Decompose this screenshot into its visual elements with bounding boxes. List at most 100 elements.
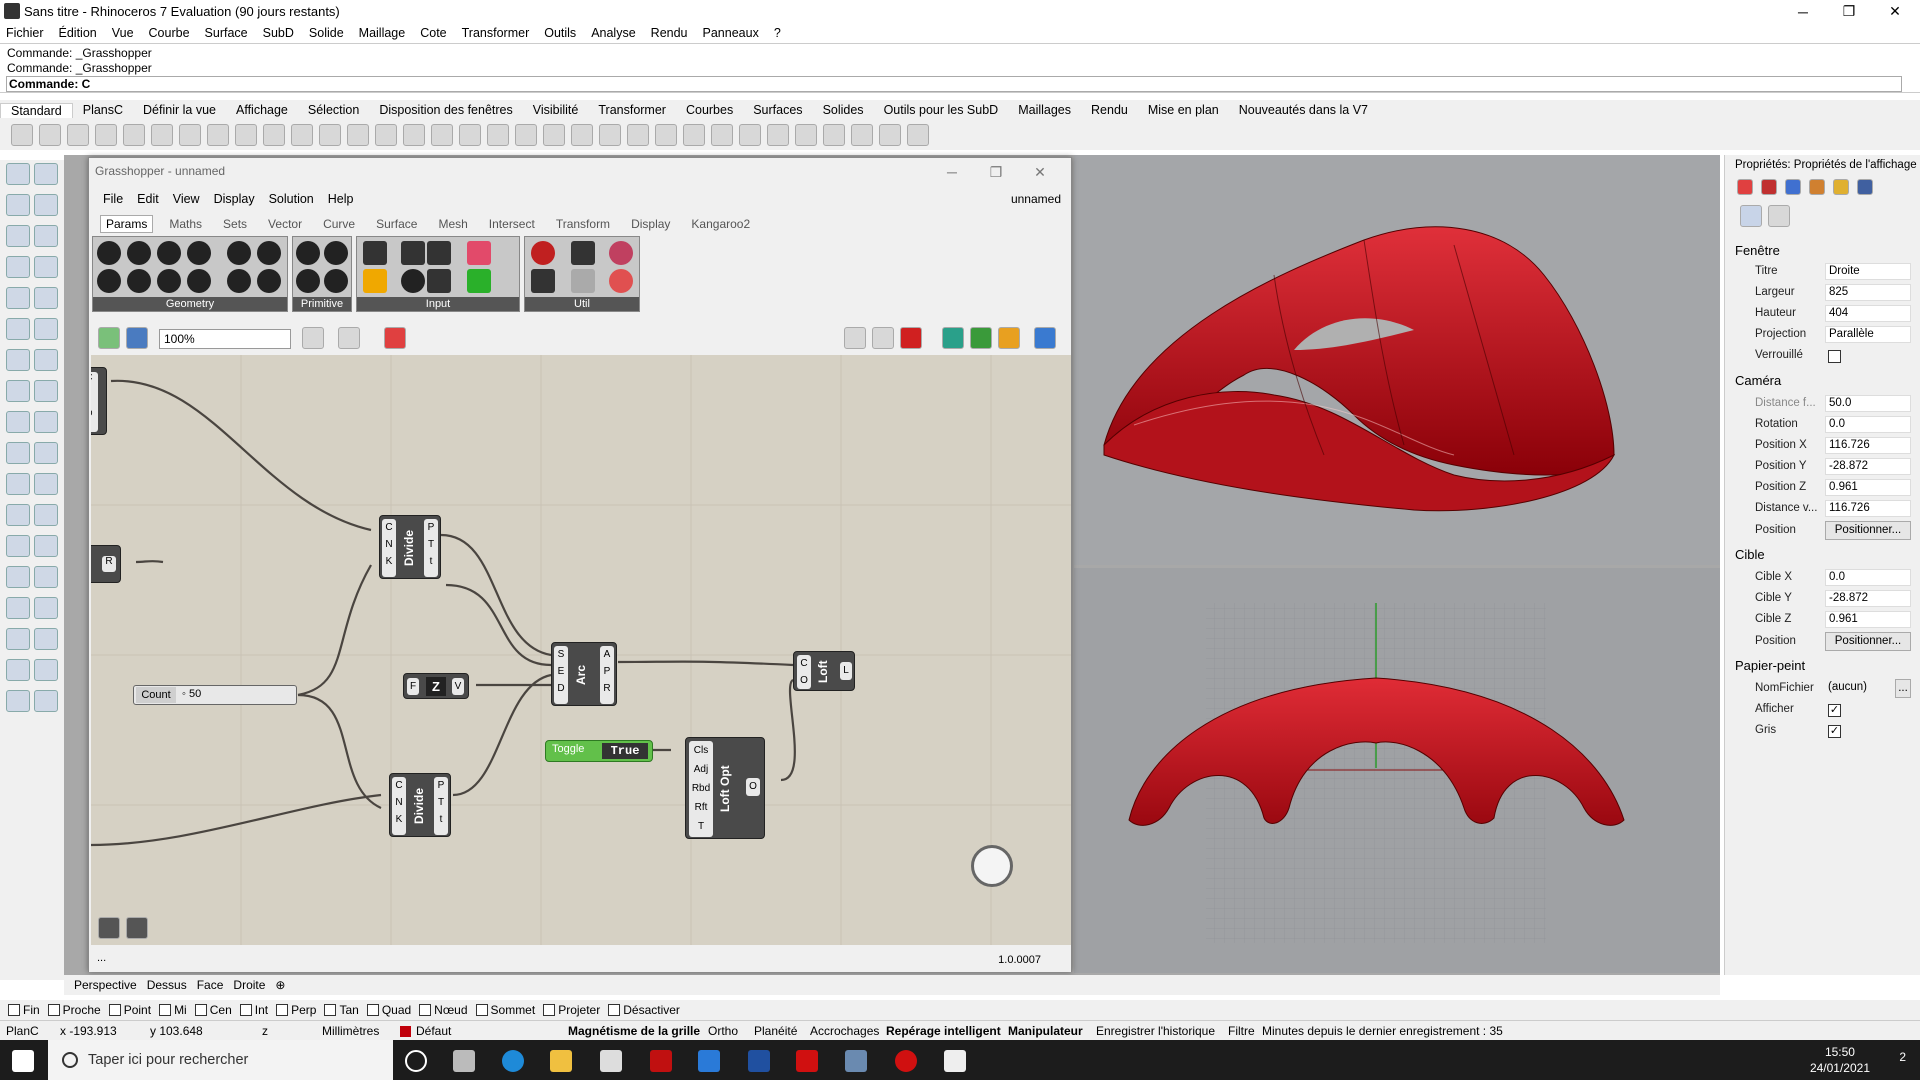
- add-viewport-icon[interactable]: ⊕: [275, 978, 285, 992]
- mail-icon[interactable]: [698, 1050, 720, 1072]
- osnap-proche[interactable]: Proche: [47, 1003, 101, 1017]
- gh-canvas[interactable]: C L D R C N K Divide P T t C: [91, 355, 1071, 945]
- osnap-cen[interactable]: Cen: [194, 1003, 232, 1017]
- tab-rendu[interactable]: Rendu: [1081, 103, 1138, 117]
- bulb-icon[interactable]: [599, 124, 621, 146]
- menu-outils[interactable]: Outils: [544, 26, 576, 40]
- rotate-view-icon[interactable]: [431, 124, 453, 146]
- tab-nouveautes[interactable]: Nouveautés dans la V7: [1229, 103, 1378, 117]
- globe-icon[interactable]: [879, 124, 901, 146]
- gh-menu-edit[interactable]: Edit: [137, 192, 159, 206]
- paste-icon[interactable]: [207, 124, 229, 146]
- fillet-icon[interactable]: [6, 504, 30, 526]
- menu-fichier[interactable]: Fichier: [6, 26, 44, 40]
- group-icon[interactable]: [6, 566, 30, 588]
- menu-analyse[interactable]: Analyse: [591, 26, 635, 40]
- list-icon[interactable]: [98, 917, 120, 939]
- tab-planc[interactable]: PlansC: [73, 103, 133, 117]
- notification-count[interactable]: 2: [1899, 1050, 1906, 1064]
- menu-rendu[interactable]: Rendu: [651, 26, 688, 40]
- xyz-icon[interactable]: [126, 917, 148, 939]
- sphere-shaded-icon[interactable]: [711, 124, 733, 146]
- gh-tab-transform[interactable]: Transform: [551, 216, 615, 232]
- calculator-icon[interactable]: [845, 1050, 867, 1072]
- revit-icon[interactable]: [748, 1050, 770, 1072]
- osnap-fin[interactable]: Fin: [8, 1003, 40, 1017]
- gh-tab-sets[interactable]: Sets: [218, 216, 252, 232]
- save-icon[interactable]: [126, 327, 148, 349]
- osnap-mi[interactable]: Mi: [159, 1003, 187, 1017]
- arc-sed-node[interactable]: S E D Arc A P R: [551, 642, 617, 706]
- integer-param-icon[interactable]: [324, 241, 348, 265]
- print-icon[interactable]: [95, 124, 117, 146]
- units-label[interactable]: Millimètres: [322, 1024, 379, 1038]
- osnap-toggle[interactable]: Accrochages: [810, 1024, 879, 1038]
- gh-tab-vector[interactable]: Vector: [263, 216, 307, 232]
- gray-checkbox[interactable]: ✓: [1828, 725, 1841, 738]
- solid-box-icon[interactable]: [6, 597, 30, 619]
- array-icon[interactable]: [6, 628, 30, 650]
- preview-wire-icon[interactable]: [872, 327, 894, 349]
- gumball-toggle[interactable]: Manipulateur: [1008, 1024, 1083, 1038]
- osnap-int[interactable]: Int: [239, 1003, 268, 1017]
- group-param-icon[interactable]: [257, 269, 281, 293]
- tab-disposition[interactable]: Disposition des fenêtres: [369, 103, 522, 117]
- slider-icon[interactable]: [401, 241, 425, 265]
- autocad-icon[interactable]: [796, 1050, 818, 1072]
- gh-menu-solution[interactable]: Solution: [269, 192, 314, 206]
- planarity-toggle[interactable]: Planéité: [754, 1024, 797, 1038]
- document-preview-icon[interactable]: [970, 327, 992, 349]
- osnap-quad[interactable]: Quad: [366, 1003, 411, 1017]
- ungroup-icon[interactable]: [34, 566, 58, 588]
- gh-tab-maths[interactable]: Maths: [164, 216, 207, 232]
- focal-distance-field[interactable]: 50.0: [1825, 395, 1911, 412]
- box-param-icon[interactable]: [187, 269, 211, 293]
- extend-icon[interactable]: [34, 504, 58, 526]
- select-arrow-icon[interactable]: [6, 163, 30, 185]
- material-icon[interactable]: [1761, 179, 1777, 195]
- shape-icon[interactable]: [6, 690, 30, 712]
- box-icon[interactable]: [6, 349, 30, 371]
- tab-dessus[interactable]: Dessus: [147, 978, 187, 992]
- mesh-param-icon[interactable]: [227, 241, 251, 265]
- menu-solide[interactable]: Solide: [309, 26, 344, 40]
- line-param-icon[interactable]: [127, 269, 151, 293]
- gh-tab-params[interactable]: Params: [100, 215, 154, 233]
- tab-perspective[interactable]: Perspective: [74, 978, 137, 992]
- circle-icon[interactable]: [6, 225, 30, 247]
- sphere-render-icon[interactable]: [739, 124, 761, 146]
- tab-subd[interactable]: Outils pour les SubD: [874, 103, 1009, 117]
- open-file-icon[interactable]: [39, 124, 61, 146]
- partial-node-r[interactable]: R: [91, 545, 121, 583]
- rotation-field[interactable]: 0.0: [1825, 416, 1911, 433]
- surface-param-icon[interactable]: [187, 241, 211, 265]
- copy-icon[interactable]: [179, 124, 201, 146]
- circle-param-icon[interactable]: [127, 241, 151, 265]
- tab-transformer[interactable]: Transformer: [588, 103, 676, 117]
- viewport-icon[interactable]: [1768, 205, 1790, 227]
- export-icon[interactable]: [123, 124, 145, 146]
- tab-definir-vue[interactable]: Définir la vue: [133, 103, 226, 117]
- field-param-icon[interactable]: [227, 269, 251, 293]
- curve-icon[interactable]: [34, 194, 58, 216]
- gh-tab-mesh[interactable]: Mesh: [433, 216, 472, 232]
- divide-curve-node[interactable]: C N K Divide P T t: [379, 515, 441, 579]
- grid-snap-toggle[interactable]: Magnétisme de la grille: [568, 1024, 700, 1038]
- text-icon[interactable]: [6, 535, 30, 557]
- tab-affichage[interactable]: Affichage: [226, 103, 298, 117]
- edge-icon[interactable]: [502, 1050, 524, 1072]
- ellipse-icon[interactable]: [6, 287, 30, 309]
- divide-curve-node[interactable]: C N K Divide P T t: [389, 773, 451, 837]
- texture-icon[interactable]: [1809, 179, 1825, 195]
- menu-surface[interactable]: Surface: [205, 26, 248, 40]
- position-z-field[interactable]: 0.961: [1825, 479, 1911, 496]
- menu-help[interactable]: ?: [774, 26, 781, 40]
- point-param-icon[interactable]: [97, 269, 121, 293]
- osnap-noeud[interactable]: Nœud: [419, 1003, 468, 1017]
- gh-maximize-button[interactable]: ❐: [973, 158, 1019, 186]
- target-x-field[interactable]: 0.0: [1825, 569, 1911, 586]
- tab-mise-en-plan[interactable]: Mise en plan: [1138, 103, 1229, 117]
- zoom-selected-icon[interactable]: [403, 124, 425, 146]
- width-field[interactable]: 825: [1825, 284, 1911, 301]
- color-wheel-icon[interactable]: [1737, 179, 1753, 195]
